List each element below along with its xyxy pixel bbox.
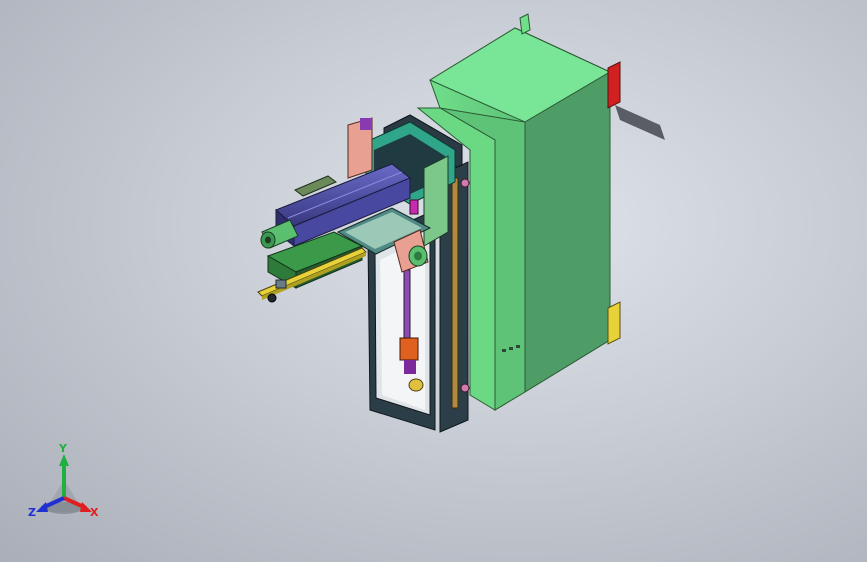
z-axis-arrow [36, 502, 48, 512]
limit-switch-top [460, 178, 470, 188]
y-axis-arrow [59, 454, 69, 466]
gripper-fitting [267, 293, 277, 303]
x-axis-label: X [90, 506, 99, 519]
axis-triad: Y X Z [28, 442, 99, 519]
yellow-bracket [607, 301, 621, 345]
y-axis-label: Y [58, 442, 68, 455]
z-axis-label: Z [28, 506, 36, 519]
top-lip [519, 13, 531, 35]
cad-3d-viewport[interactable] [0, 0, 867, 562]
model-shadow [615, 105, 665, 140]
limit-switch-bottom [460, 383, 470, 393]
sensor-block [409, 199, 419, 215]
red-bracket [607, 61, 621, 109]
